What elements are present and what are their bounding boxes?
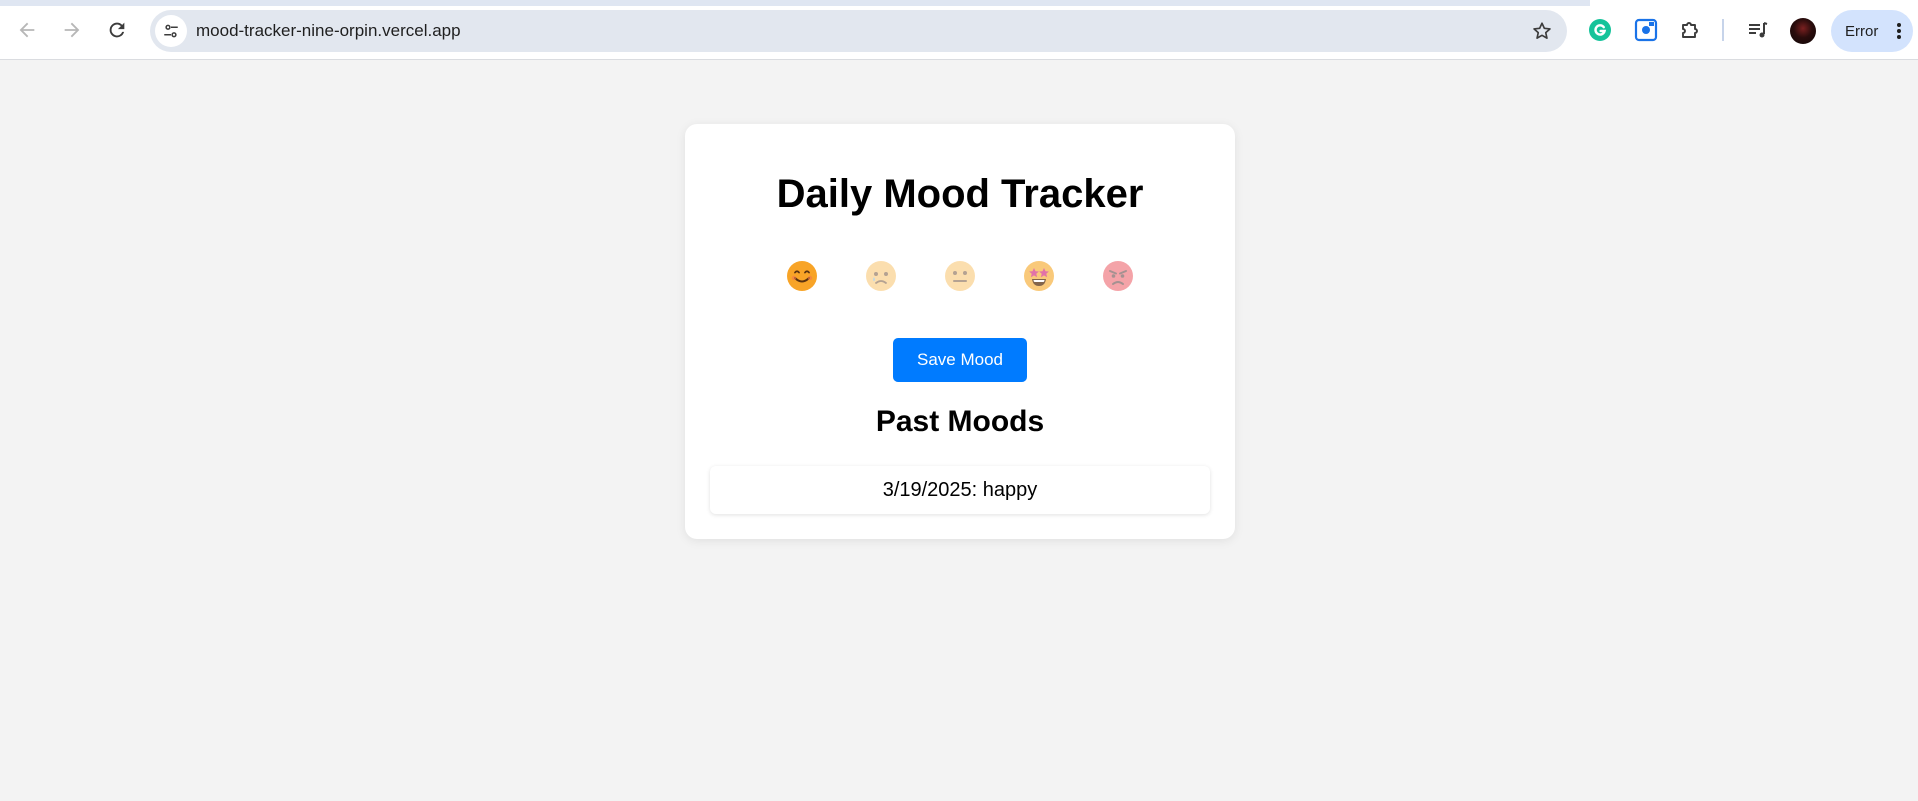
mood-neutral-button[interactable] [944,260,976,292]
profile-error-chip[interactable]: Error [1831,10,1913,52]
browser-toolbar: mood-tracker-nine-orpin.vercel.app Error [0,0,1918,60]
media-queue-icon [1749,22,1768,38]
bookmark-button[interactable] [1527,16,1557,46]
reload-icon [109,22,125,38]
mood-happy-button[interactable] [786,260,818,292]
url-text[interactable]: mood-tracker-nine-orpin.vercel.app [196,21,461,41]
arrow-left-icon [19,22,35,38]
site-info-button[interactable] [155,15,187,47]
media-queue-button[interactable] [1742,14,1774,46]
forward-button[interactable] [54,12,90,48]
tune-icon [164,24,178,38]
address-bar[interactable]: mood-tracker-nine-orpin.vercel.app [150,10,1567,52]
loading-indicator [0,0,1590,6]
kebab-menu-icon[interactable] [1897,23,1901,39]
mood-excited-button[interactable] [1023,260,1055,292]
crying-face-icon [866,261,896,291]
neutral-face-icon [945,261,975,291]
past-moods-list: 3/19/2025: happy [710,466,1210,514]
past-moods-heading: Past Moods [875,405,1045,438]
puzzle-icon [1682,22,1698,38]
profile-avatar[interactable] [1790,18,1816,44]
screen-capture-icon [1634,18,1658,42]
profile-status-label: Error [1845,22,1879,40]
mood-options [685,260,1235,292]
save-mood-button[interactable]: Save Mood [893,338,1027,382]
toolbar-divider [1722,19,1724,41]
past-mood-item: 3/19/2025: happy [710,466,1210,514]
back-button[interactable] [9,12,45,48]
extensions-button[interactable] [1675,14,1707,46]
angry-face-icon [1103,261,1133,291]
reload-button[interactable] [99,12,135,48]
star-struck-face-icon [1024,261,1054,291]
screen-capture-extension-button[interactable] [1630,14,1662,46]
page-title: Daily Mood Tracker [776,172,1144,216]
smiling-face-icon [787,261,817,291]
arrow-right-icon [64,22,80,38]
mood-tracker-card: Daily Mood Tracker Save Mood Past Moods … [685,124,1235,539]
grammarly-extension-button[interactable] [1584,14,1616,46]
mood-sad-button[interactable] [865,260,897,292]
grammarly-icon [1589,19,1611,41]
mood-angry-button[interactable] [1102,260,1134,292]
star-icon [1533,22,1551,39]
